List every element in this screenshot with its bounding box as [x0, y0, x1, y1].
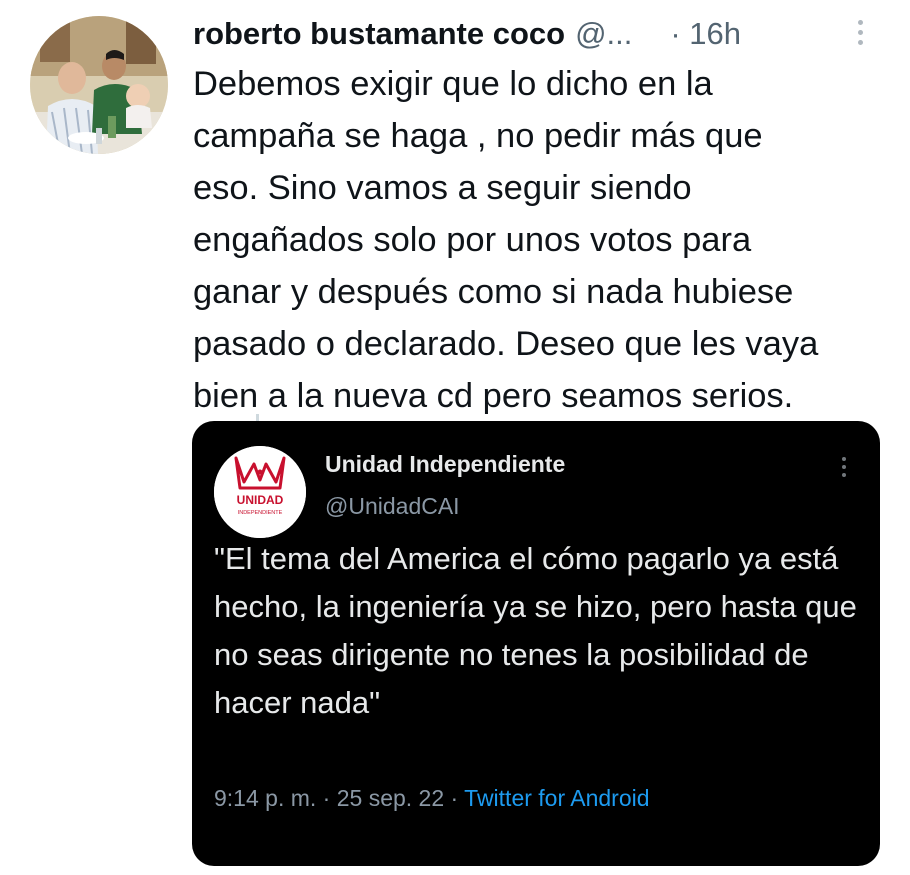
- quote-avatar[interactable]: UNIDAD INDEPENDIENTE: [214, 446, 306, 538]
- more-options-icon[interactable]: [856, 20, 864, 45]
- author-name[interactable]: roberto bustamante coco: [193, 16, 565, 52]
- logo-subtext: INDEPENDIENTE: [238, 510, 283, 516]
- tweet-time[interactable]: · 16h: [670, 16, 741, 52]
- quote-more-options-icon[interactable]: [842, 457, 846, 477]
- author-avatar[interactable]: [30, 16, 168, 154]
- quote-author-handle[interactable]: @UnidadCAI: [325, 493, 460, 520]
- quote-timestamp: 9:14 p. m. · 25 sep. 22 ·: [214, 785, 465, 811]
- quoted-tweet-card[interactable]: UNIDAD INDEPENDIENTE Unidad Independient…: [192, 421, 880, 866]
- author-handle[interactable]: @...: [575, 16, 632, 52]
- tweet-text: Debemos exigir que lo dicho en la campañ…: [193, 65, 819, 415]
- quote-author-name[interactable]: Unidad Independiente: [325, 451, 565, 478]
- quote-meta: 9:14 p. m. · 25 sep. 22 · Twitter for An…: [214, 785, 650, 812]
- tweet-header: roberto bustamante coco @... · 16h: [193, 12, 870, 56]
- logo-text: UNIDAD: [237, 493, 284, 507]
- quote-text: "El tema del America el cómo pagarlo ya …: [214, 541, 857, 720]
- quote-source-link[interactable]: Twitter for Android: [464, 785, 649, 811]
